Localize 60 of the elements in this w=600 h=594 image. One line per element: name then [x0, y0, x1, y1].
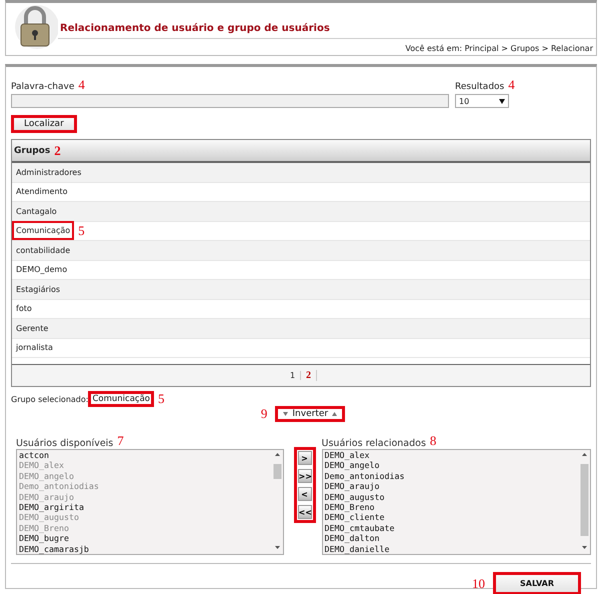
- group-name[interactable]: Comunicação: [12, 221, 74, 240]
- selected-group-label: Grupo selecionado:: [11, 394, 88, 404]
- group-name[interactable]: Atendimento: [12, 182, 72, 202]
- user-item[interactable]: DEMO_danielle: [324, 544, 578, 554]
- user-item[interactable]: DEMO_cliente: [324, 512, 578, 523]
- invert-button[interactable]: Inverter: [275, 406, 346, 422]
- user-item[interactable]: DEMO_camarasjb: [19, 544, 271, 554]
- related-users-list[interactable]: DEMO_alex DEMO_angelo Demo_antoniodias DEMO_araujo DEMO_augusto DEMO_Breno DEMO_cliente DEMO_cmtaubate DEMO_dalton DEMO_danielle: [322, 449, 591, 555]
- down-arrow-icon: [283, 412, 288, 416]
- group-name[interactable]: Cantagalo: [12, 202, 61, 221]
- dropdown-arrow-icon: [499, 98, 505, 104]
- transfer-button[interactable]: >>: [298, 469, 312, 483]
- field-label: Palavra-chave: [11, 82, 74, 92]
- field-label: Resultados: [455, 82, 504, 92]
- selected-group-value: Comunicação: [88, 391, 154, 407]
- list-title: Usuários relacionados: [322, 438, 426, 449]
- callout-number: 4: [508, 77, 515, 92]
- user-item[interactable]: DEMO_bugre: [19, 533, 271, 544]
- group-name[interactable]: jornalista: [12, 338, 57, 358]
- callout-number: 8: [430, 433, 436, 449]
- page-title: Relacionamento de usuário e grupo de usuários: [58, 3, 596, 39]
- callout-number: 2: [54, 142, 61, 158]
- callout-number: 10: [472, 576, 486, 592]
- group-name[interactable]: Administradores: [12, 162, 86, 182]
- callout-number: 9: [260, 406, 268, 422]
- padlock-icon: [12, 3, 58, 51]
- user-item[interactable]: DEMO_dalton: [324, 533, 578, 544]
- user-item[interactable]: DEMO_angelo: [324, 460, 578, 471]
- callout-number: 7: [117, 433, 124, 449]
- column-header: Grupos: [14, 146, 50, 156]
- page-link[interactable]: 2: [301, 370, 318, 381]
- user-item[interactable]: Demo_antoniodias: [324, 470, 578, 482]
- breadcrumb: Você está em: Principal > Grupos > Relacionar: [404, 44, 594, 55]
- callout-number: 4: [78, 77, 85, 92]
- user-item[interactable]: DEMO_cmtaubate: [324, 522, 578, 534]
- results-dropdown[interactable]: 10: [455, 94, 509, 108]
- transfer-button[interactable]: <<: [298, 505, 312, 519]
- search-button[interactable]: Localizar: [11, 115, 77, 133]
- group-name[interactable]: contabilidade: [12, 240, 74, 260]
- user-item[interactable]: DEMO_augusto: [324, 492, 578, 502]
- user-item[interactable]: DEMO_argirita: [19, 502, 271, 512]
- group-name[interactable]: Estagiários: [12, 280, 64, 299]
- up-arrow-icon: [332, 412, 338, 416]
- scrollbar-icon[interactable]: [580, 451, 589, 551]
- save-button[interactable]: SALVAR: [493, 572, 581, 594]
- group-name[interactable]: DEMO_demo: [12, 260, 72, 280]
- group-name[interactable]: Gerente: [12, 318, 52, 338]
- transfer-button[interactable]: <: [298, 487, 312, 501]
- list-title: Usuários disponíveis: [16, 438, 114, 449]
- callout-number: 5: [78, 222, 85, 239]
- keyword-field[interactable]: [11, 94, 449, 108]
- callout-number: 5: [158, 391, 164, 407]
- user-item[interactable]: DEMO_Breno: [324, 502, 578, 512]
- user-item[interactable]: actcon: [19, 450, 271, 460]
- group-name[interactable]: foto: [12, 299, 36, 318]
- user-item[interactable]: DEMO_araujo: [324, 481, 578, 492]
- page-link[interactable]: 1: [284, 371, 302, 380]
- scrollbar-icon[interactable]: [272, 451, 282, 551]
- transfer-button[interactable]: >: [298, 451, 312, 465]
- user-item[interactable]: DEMO_alex: [324, 450, 578, 460]
